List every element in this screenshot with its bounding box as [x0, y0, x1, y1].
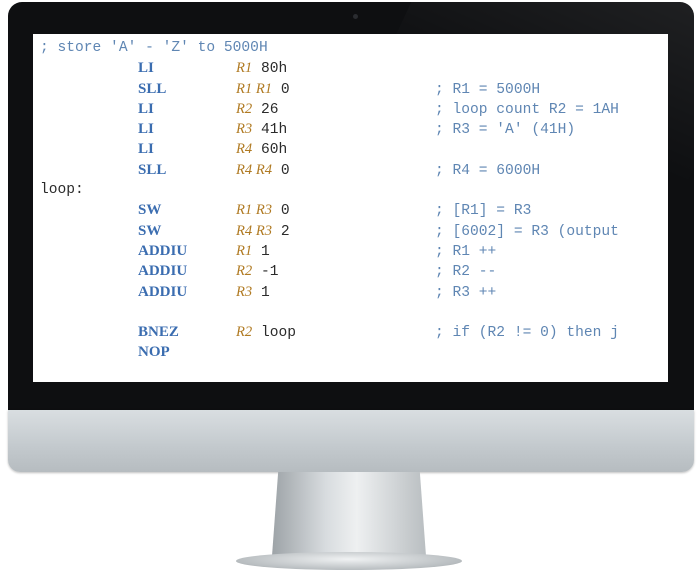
code-argument: 0	[280, 81, 290, 98]
code-comment: ; R4 = 6000H	[435, 162, 541, 179]
code-argument: 1	[260, 284, 270, 301]
code-line[interactable]: ADDIU R3 1 ; R3 ++	[40, 282, 619, 302]
code-argument: 0	[280, 162, 290, 179]
code-mnemonic: LI	[138, 121, 154, 138]
code-line[interactable]: ; store 'A' - 'Z' to 5000H	[40, 38, 619, 58]
monitor-stand-neck	[272, 472, 426, 556]
code-comment: ; R3 = 'A' (41H)	[435, 122, 576, 139]
code-argument: 80h	[260, 61, 288, 78]
assembly-code-listing[interactable]: ; store 'A' - 'Z' to 5000H LI R1 80h SLL R1 …	[40, 38, 619, 363]
code-mnemonic: LI	[138, 60, 154, 77]
code-registers: R1	[236, 60, 253, 77]
code-argument: 60h	[260, 142, 288, 159]
code-registers: R3	[236, 121, 253, 138]
code-registers: R1	[236, 242, 253, 259]
code-argument: 0	[280, 203, 290, 220]
code-comment: ; [6002] = R3 (output	[435, 223, 619, 240]
code-argument: 1	[260, 243, 270, 260]
code-argument: -1	[260, 264, 279, 281]
code-registers: R2	[236, 100, 253, 117]
code-line[interactable]: SLL R1 R1 0 ; R1 = 5000H	[40, 79, 619, 99]
code-mnemonic: SW	[138, 222, 162, 239]
code-argument: 26	[260, 101, 279, 118]
code-argument: loop	[260, 325, 297, 342]
code-mnemonic: NOP	[138, 344, 170, 361]
code-comment: ; [R1] = R3	[435, 203, 532, 220]
code-argument: 2	[280, 223, 290, 240]
code-registers: R1 R3	[236, 202, 273, 219]
code-mnemonic: SLL	[138, 80, 167, 97]
code-registers: R2	[236, 263, 253, 280]
code-editor-screen[interactable]: ; store 'A' - 'Z' to 5000H LI R1 80h SLL R1 …	[33, 34, 668, 382]
code-line[interactable]: BNEZ R2 loop ; if (R2 != 0) then j	[40, 322, 619, 342]
code-line[interactable]: SW R4 R3 2 ; [6002] = R3 (output	[40, 221, 619, 241]
code-mnemonic: ADDIU	[138, 283, 188, 300]
code-line[interactable]: LI R1 80h	[40, 58, 619, 78]
code-line[interactable]: LI R4 60h	[40, 139, 619, 159]
code-mnemonic: SW	[138, 202, 162, 219]
code-registers: R2	[236, 324, 253, 341]
monitor-chin	[8, 410, 694, 472]
monitor-stand-base	[236, 552, 462, 570]
code-comment: ; R1 = 5000H	[435, 81, 541, 98]
code-line[interactable]: LI R3 41h ; R3 = 'A' (41H)	[40, 119, 619, 139]
code-registers: R4 R3	[236, 222, 273, 239]
code-comment: ; store 'A' - 'Z' to 5000H	[40, 40, 268, 56]
code-mnemonic: SLL	[138, 161, 167, 178]
code-registers: R1 R1	[236, 80, 273, 97]
code-line[interactable]: LI R2 26 ; loop count R2 = 1AH	[40, 99, 619, 119]
code-line[interactable]: ADDIU R2 -1 ; R2 --	[40, 261, 619, 281]
code-line[interactable]: SW R1 R3 0 ; [R1] = R3	[40, 200, 619, 220]
code-line[interactable]: SLL R4 R4 0 ; R4 = 6000H	[40, 160, 619, 180]
code-comment: ; R3 ++	[435, 284, 497, 301]
code-mnemonic: ADDIU	[138, 263, 188, 280]
code-registers: R3	[236, 283, 253, 300]
code-label: loop:	[40, 182, 84, 199]
code-line[interactable]	[40, 302, 619, 322]
code-comment: ; if (R2 != 0) then j	[435, 325, 619, 342]
camera-icon	[353, 14, 358, 19]
code-mnemonic: ADDIU	[138, 242, 188, 259]
code-line[interactable]: NOP	[40, 342, 619, 362]
code-comment: ; loop count R2 = 1AH	[435, 101, 619, 118]
code-comment: ; R2 --	[435, 264, 497, 281]
code-line[interactable]: loop:	[40, 180, 619, 200]
code-line[interactable]: ADDIU R1 1 ; R1 ++	[40, 241, 619, 261]
code-argument: 41h	[260, 122, 288, 139]
code-registers: R4 R4	[236, 161, 273, 178]
code-mnemonic: LI	[138, 100, 154, 117]
code-mnemonic: LI	[138, 141, 154, 158]
code-mnemonic: BNEZ	[138, 324, 179, 341]
imac-monitor: ; store 'A' - 'Z' to 5000H LI R1 80h SLL R1 …	[0, 0, 698, 576]
code-registers: R4	[236, 141, 253, 158]
code-comment: ; R1 ++	[435, 243, 497, 260]
